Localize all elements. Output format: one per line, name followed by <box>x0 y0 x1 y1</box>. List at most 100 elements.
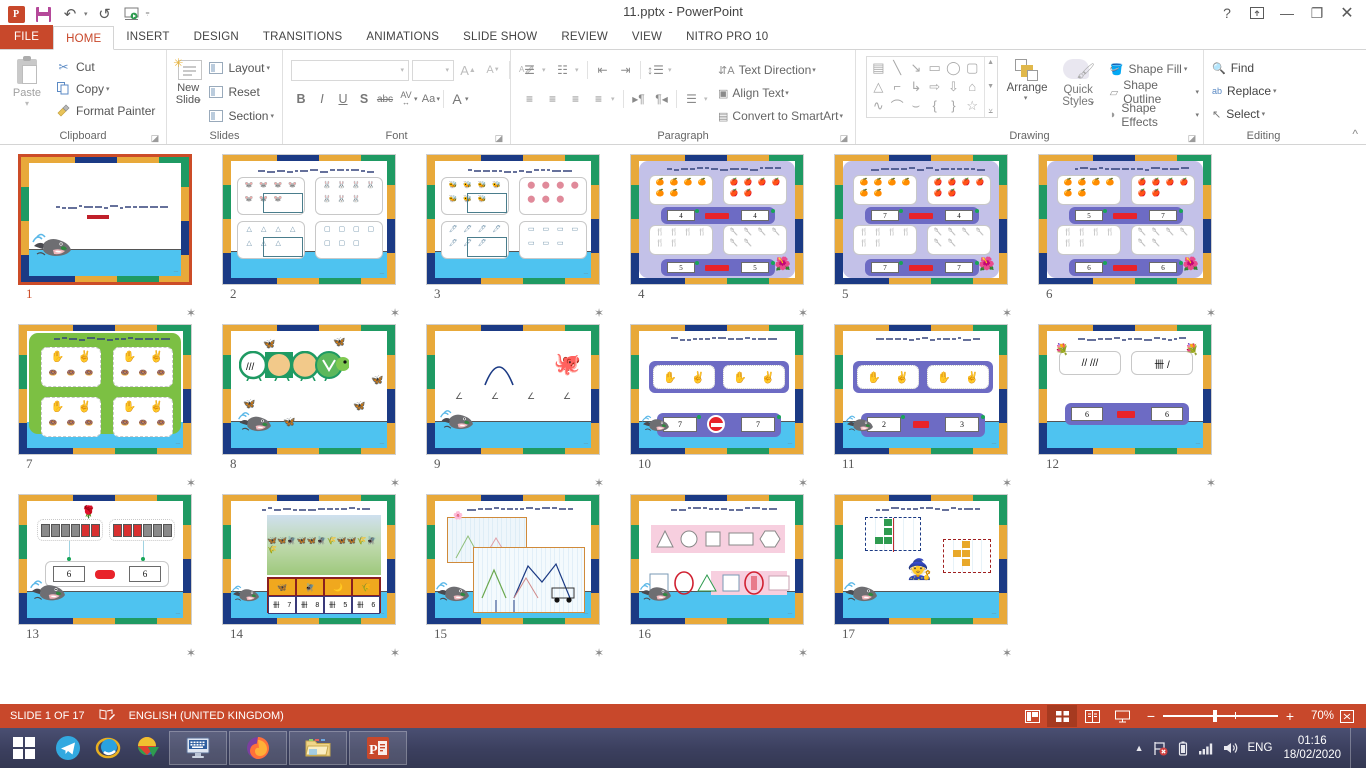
restore-button[interactable]: ❐ <box>1302 2 1332 24</box>
shape-arc-icon[interactable]: ⌒ <box>888 96 907 115</box>
quantity-item[interactable]: 🍴 <box>695 229 709 240</box>
quantity-item[interactable]: 🍴 <box>681 229 695 240</box>
shape-curve-icon[interactable]: ⌣ <box>907 96 926 115</box>
animation-indicator-17[interactable]: ✶ <box>1002 646 1012 660</box>
show-hidden-icons-button[interactable]: ▲ <box>1135 743 1144 753</box>
character-spacing-caret-icon[interactable]: ▾ <box>414 95 418 103</box>
quantity-item[interactable]: 🍊 <box>1103 179 1117 190</box>
paragraph-dialog-launcher[interactable]: ◪ <box>839 133 849 143</box>
count-item[interactable]: 🐰 <box>320 196 335 210</box>
table-data-cell[interactable]: 卌7 <box>268 596 296 614</box>
gnome-clipart[interactable]: 🧙 <box>907 557 932 582</box>
slide-sorter-view-button[interactable] <box>1047 705 1077 727</box>
slide-canvas[interactable]: ✋✌✋✌23 ~~~ <box>835 325 1007 454</box>
hand-count-card[interactable]: ✋✌🍩🍩🍩 <box>113 397 173 437</box>
clipboard-dialog-launcher[interactable]: ◪ <box>150 133 160 143</box>
replace-button[interactable]: ab Replace ▾ <box>1208 80 1281 102</box>
quantity-item[interactable]: 🍊 <box>885 179 899 190</box>
hand-count-card[interactable]: ✋✌🍩🍩🍩 <box>41 397 101 437</box>
shape-oval-icon[interactable]: ◯ <box>944 59 963 78</box>
quantity-items[interactable]: 🥄🥄🥄🥄🥄🥄 <box>727 229 783 251</box>
slide-thumbnail-3[interactable]: 🐝🐝🐝🐝🐝🐝🐝⬤⬤⬤⬤⬤⬤⬤🖊🖊🖊🖊🖊🖊🖊▭▭▭▭▭▭▭~~~ <box>426 154 600 285</box>
slide-thumbnail-cell-7[interactable]: ✋✌🍩🍩🍩✋✌🍩🍩🍩✋✌🍩🍩🍩✋✌🍩🍩🍩~~~7✶ <box>14 324 218 494</box>
slide-signature[interactable]: ~~~ <box>992 441 996 445</box>
quantity-item[interactable]: 🍊 <box>695 179 709 190</box>
animation-indicator-5[interactable]: ✶ <box>1002 306 1012 320</box>
hand-card[interactable]: ✋✌ <box>857 365 919 389</box>
italic-button[interactable]: I <box>312 89 332 110</box>
slide-canvas[interactable]: 🐝🐝🐝🐝🐝🐝🐝⬤⬤⬤⬤⬤⬤⬤🖊🖊🖊🖊🖊🖊🖊▭▭▭▭▭▭▭~~~ <box>427 155 599 284</box>
slide-canvas[interactable]: 🧙 ~~~ <box>835 495 1007 624</box>
zoom-slider-thumb[interactable] <box>1213 710 1217 722</box>
slide-arabic-title[interactable] <box>251 169 381 173</box>
animation-indicator-13[interactable]: ✶ <box>186 646 196 660</box>
comparison-sign[interactable] <box>705 265 729 271</box>
count-item[interactable]: ▢ <box>349 240 364 254</box>
powerpoint-taskbar-icon[interactable]: P <box>349 731 407 765</box>
quantity-item[interactable]: 🍴 <box>1075 229 1089 240</box>
quantity-item[interactable]: 🍴 <box>1103 229 1117 240</box>
slide-grid[interactable]: ~~~1✶🐭🐭🐭🐭🐭🐭🐭🐰🐰🐰🐰🐰🐰🐰△△△△△△△▢▢▢▢▢▢▢~~~2✶🐝🐝… <box>0 146 1366 664</box>
meadow-photo[interactable]: 🦋🦋🪰🦋🦋🪰🌾🦋🦋🌾🪰🌾 <box>267 515 381 575</box>
slide-canvas[interactable]: // ///卌 /66💐💐~~~ <box>1039 325 1211 454</box>
count-item[interactable]: 🐭 <box>242 196 257 210</box>
quantity-item[interactable]: 🍴 <box>667 229 681 240</box>
slide-thumbnail-14[interactable]: 🦋🦋🪰🦋🦋🪰🌾🦋🦋🌾🪰🌾🦋🪰🌙🌾卌7卌8卌5卌6 ~~~ <box>222 494 396 625</box>
selection-box[interactable] <box>467 193 507 213</box>
decrease-indent-button[interactable]: ⇤ <box>592 60 613 81</box>
shape-outline-caret-icon[interactable]: ▾ <box>1195 88 1199 96</box>
comparison-value-right[interactable]: 3 <box>945 417 979 432</box>
tab-design[interactable]: DESIGN <box>182 25 251 49</box>
connector-dot[interactable] <box>141 557 145 561</box>
shape-outline-button[interactable]: ▱ Shape Outline ▾ <box>1110 81 1199 103</box>
hand-row[interactable]: ✋✌ <box>44 350 98 368</box>
quantity-item[interactable]: 🍴 <box>653 240 667 251</box>
bold-button[interactable]: B <box>291 89 311 110</box>
telegram-icon[interactable] <box>48 728 88 768</box>
tab-home[interactable]: HOME <box>53 26 114 50</box>
slide-thumbnail-cell-3[interactable]: 🐝🐝🐝🐝🐝🐝🐝⬤⬤⬤⬤⬤⬤⬤🖊🖊🖊🖊🖊🖊🖊▭▭▭▭▭▭▭~~~3✶ <box>422 154 626 324</box>
count-item[interactable]: 🖊 <box>446 226 461 240</box>
comparison-value-right[interactable]: 5 <box>741 262 769 273</box>
smartart-caret-icon[interactable]: ▾ <box>839 112 843 120</box>
count-item[interactable]: 🐝 <box>446 182 461 196</box>
quantity-item[interactable]: 🍎 <box>741 179 755 190</box>
arrange-caret-icon[interactable]: ▾ <box>1024 94 1028 102</box>
quantity-items[interactable]: 🥄🥄🥄🥄🥄🥄 <box>931 229 987 251</box>
slide-signature[interactable]: ~~~ <box>380 611 384 615</box>
slide-thumbnail-5[interactable]: 🍊🍊🍊🍊🍊🍊🍎🍎🍎🍎🍎🍎🍴🍴🍴🍴🍴🍴🥄🥄🥄🥄🥄🥄7477🌺 <box>834 154 1008 285</box>
quantity-items[interactable]: 🍎🍎🍎🍎🍎🍎 <box>727 179 783 201</box>
shapes-gallery-scrollbar[interactable]: ▲ ▼ ⩣ <box>984 57 997 117</box>
slide-thumbnail-17[interactable]: 🧙 ~~~ <box>834 494 1008 625</box>
quantity-item[interactable]: 🍊 <box>871 179 885 190</box>
layout-caret-icon[interactable]: ▾ <box>266 64 270 72</box>
quantity-item[interactable]: 🍊 <box>1075 190 1089 201</box>
file-explorer-icon[interactable] <box>289 731 347 765</box>
quantity-item[interactable]: 🍴 <box>871 229 885 240</box>
text-direction-button[interactable]: ⇵A Text Direction ▾ <box>718 59 843 81</box>
count-card[interactable]: ⬤⬤⬤⬤⬤⬤⬤ <box>519 177 587 215</box>
quantity-item[interactable]: 🥄 <box>741 240 755 251</box>
quantity-item[interactable]: 🍊 <box>1075 179 1089 190</box>
collapse-ribbon-button[interactable]: ^ <box>1352 127 1358 141</box>
flower-garland-clipart[interactable]: 🌹 <box>81 505 96 519</box>
quantity-item[interactable]: 🍊 <box>1061 190 1075 201</box>
paste-caret-icon[interactable]: ▾ <box>25 99 29 108</box>
flower-clipart[interactable]: 💐 <box>1055 343 1069 356</box>
quantity-items[interactable]: 🍴🍴🍴🍴🍴🍴 <box>857 229 913 251</box>
slide-thumbnail-cell-15[interactable]: 🌸 ~~~15✶ <box>422 494 626 664</box>
quantity-item[interactable]: 🍎 <box>1177 179 1191 190</box>
slide-thumbnail-15[interactable]: 🌸 ~~~ <box>426 494 600 625</box>
animation-indicator-15[interactable]: ✶ <box>594 646 604 660</box>
connector-dot[interactable] <box>771 209 775 213</box>
table-header-cell[interactable]: 🌙 <box>324 578 352 596</box>
quantity-item[interactable]: 🍎 <box>1135 179 1149 190</box>
flower-clipart[interactable]: 🌸 <box>453 511 463 520</box>
shape-textbox-icon[interactable]: ▤ <box>869 59 888 78</box>
decrease-font-size-button[interactable]: A▼ <box>482 60 504 81</box>
slide-arabic-title[interactable] <box>659 507 789 511</box>
whale-clipart[interactable] <box>639 580 676 604</box>
cube[interactable] <box>41 524 50 537</box>
quantity-item[interactable]: 🍎 <box>973 179 987 190</box>
caterpillar-clipart[interactable]: /// <box>239 351 349 381</box>
